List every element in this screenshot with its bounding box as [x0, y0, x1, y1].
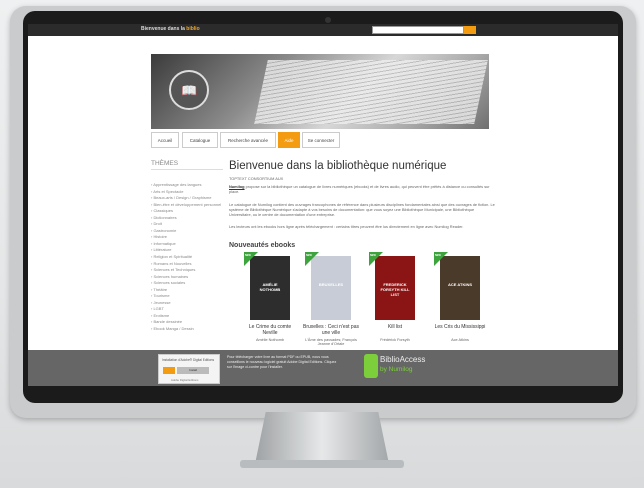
brand-name: BiblioAccess [380, 355, 426, 364]
sidebar-item[interactable]: › Ebook Manga / Dessin [151, 326, 223, 333]
book-author: Ace Atkins [451, 338, 469, 342]
book-cover[interactable]: BRUXELLES [311, 256, 351, 320]
new-ribbon-text: NEW [306, 254, 312, 257]
book-cover[interactable]: FREDERICK FORSYTH KILL LIST [375, 256, 415, 320]
book-cover-text: FREDERICK FORSYTH KILL LIST [380, 282, 410, 297]
welcome-text: Bienvenue dans la biblio [141, 26, 200, 32]
book-title[interactable]: Kill list [367, 324, 423, 330]
book-cover[interactable]: ACE ATKINS [440, 256, 480, 320]
install-button[interactable]: Install [177, 367, 209, 374]
search-input[interactable] [372, 26, 464, 34]
new-ebooks-heading: Nouveautés ebooks [229, 242, 296, 249]
brand-by: by Numilog [380, 366, 413, 373]
nav-catalogue[interactable]: Catalogue [182, 132, 218, 148]
monitor-stand [255, 412, 389, 464]
book-author: Frédérick Forsyth [380, 338, 410, 342]
book-author: L'Âme des pavsades; François Jeanne d'Or… [305, 338, 357, 346]
book-title[interactable]: Bruxelles : Ceci n'est pas une ville [303, 324, 359, 336]
nav-advanced-search[interactable]: Recherche avancée [220, 132, 276, 148]
camera-dot [325, 17, 331, 23]
new-ribbon-text: NEW [435, 254, 441, 257]
top-bar: Bienvenue dans la biblio [28, 24, 618, 36]
book-cover[interactable]: AMÉLIE NOTHOMB [250, 256, 290, 320]
hero-banner: 📖 [151, 54, 489, 129]
nav-home[interactable]: Accueil [151, 132, 179, 148]
biblioaccess-logo-icon [364, 354, 378, 378]
intro-paragraph: Numilog propose sur la bibliothèque un c… [229, 184, 497, 194]
banner-pages [254, 60, 488, 124]
welcome-highlight: biblio [186, 26, 200, 32]
adobe-box-note: Adobe Digital Editions [171, 378, 199, 382]
sidebar-title: THÈMES [151, 160, 223, 170]
book-icon: 📖 [181, 83, 198, 98]
welcome-prefix: Bienvenue dans la [141, 26, 185, 32]
search-button[interactable] [464, 26, 476, 34]
nav-help[interactable]: Aide [278, 132, 300, 148]
nav-login[interactable]: Se connecter [302, 132, 340, 148]
intro-label: TOPTEXT CONSORTIUM AUX [229, 176, 284, 181]
theme-list: › Apprentissage des langues › Arts et Spe… [151, 182, 223, 333]
browser-screen: Bienvenue dans la biblio 📖 Accueil Catal… [28, 24, 618, 386]
footer-text: Pour télécharger votre livre au format P… [227, 355, 337, 370]
book-cover-text: BRUXELLES [318, 282, 344, 287]
readers-paragraph: Les lecteurs ont les ebooks hors ligne a… [229, 224, 464, 229]
book-cover-text: AMÉLIE NOTHOMB [259, 282, 281, 292]
new-ribbon-text: NEW [245, 254, 251, 257]
intro-paragraph-text: propose sur la bibliothèque un catalogue… [229, 184, 490, 194]
book-cover-text: ACE ATKINS [448, 282, 472, 287]
adobe-box-title: Installation d'Adobe® Digital Editions [162, 358, 215, 362]
new-ribbon-text: NEW [370, 254, 376, 257]
catalogue-paragraph: Le catalogue de Numilog contient des ouv… [229, 202, 495, 217]
book-title[interactable]: Les Cris du Mississippi [432, 324, 488, 330]
book-author: Amélie Nothomb [255, 338, 285, 342]
monitor-foot [240, 460, 404, 468]
adobe-install-box[interactable]: Installation d'Adobe® Digital Editions I… [158, 354, 220, 384]
footer: Installation d'Adobe® Digital Editions I… [28, 350, 618, 386]
book-title[interactable]: Le Crime du comte Neville [242, 324, 298, 336]
adobe-logo-icon [163, 367, 175, 374]
page-title: Bienvenue dans la bibliothèque numérique [229, 160, 447, 172]
